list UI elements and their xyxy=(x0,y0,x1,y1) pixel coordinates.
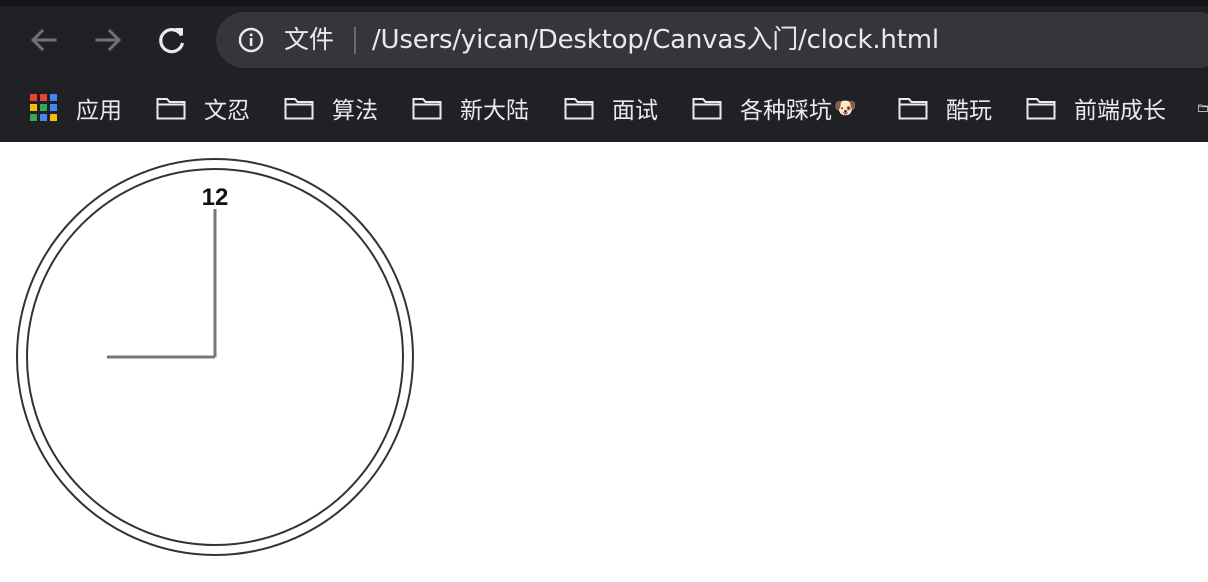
bookmark-folder[interactable]: 前端成长 xyxy=(1026,82,1166,134)
bookmark-label: 面试 xyxy=(612,98,658,124)
bookmark-folder-partial[interactable] xyxy=(1198,82,1208,134)
folder-icon xyxy=(156,98,186,120)
bookmark-apps[interactable]: 应用 xyxy=(30,82,122,134)
reload-icon xyxy=(159,28,185,54)
folder-icon xyxy=(1198,104,1208,112)
browser-chrome: 文件 /Users/yican/Desktop/Canvas入门/clock.h… xyxy=(0,0,1208,142)
arrow-left-icon xyxy=(30,28,57,52)
scheme-label: 文件 xyxy=(284,25,335,54)
folder-icon xyxy=(692,98,722,120)
folder-icon xyxy=(284,98,314,120)
bookmark-folder[interactable]: 各种踩坑 🐶 xyxy=(692,82,856,134)
clock-numeral-12: 12 xyxy=(202,184,229,211)
back-button[interactable] xyxy=(24,20,64,60)
folder-icon xyxy=(412,98,442,120)
bookmark-folder[interactable]: 面试 xyxy=(564,82,658,134)
dog-emoji: 🐶 xyxy=(834,97,857,119)
folder-icon xyxy=(1026,98,1056,120)
address-bar[interactable]: 文件 /Users/yican/Desktop/Canvas入门/clock.h… xyxy=(216,12,1208,68)
bookmark-label: 酷玩 xyxy=(946,98,992,124)
info-icon[interactable] xyxy=(238,27,264,53)
forward-button[interactable] xyxy=(88,20,128,60)
bookmark-label: 新大陆 xyxy=(460,98,529,124)
bookmark-label: 应用 xyxy=(76,98,122,124)
folder-icon xyxy=(564,98,594,120)
arrow-right-icon xyxy=(95,28,122,52)
bookmark-label: 前端成长 xyxy=(1074,98,1166,124)
bookmark-label: 文忍 xyxy=(204,98,250,124)
bookmarks-bar: 应用 文忍 算法 新大陆 面试 各种踩坑 🐶 酷玩 前端成长 xyxy=(0,82,1208,134)
url-text[interactable]: /Users/yican/Desktop/Canvas入门/clock.html xyxy=(372,23,939,57)
bookmark-folder[interactable]: 算法 xyxy=(284,82,378,134)
clock-canvas: 12 xyxy=(16,158,414,556)
folder-icon xyxy=(898,98,928,120)
reload-button[interactable] xyxy=(152,20,192,60)
apps-grid-icon xyxy=(30,94,57,121)
tab-strip xyxy=(0,0,1208,6)
bookmark-label: 各种踩坑 xyxy=(740,98,832,124)
bookmark-label: 算法 xyxy=(332,98,378,124)
omnibox-divider xyxy=(354,27,356,54)
page-content: 12 xyxy=(0,142,1208,582)
bookmark-folder[interactable]: 新大陆 xyxy=(412,82,529,134)
bookmark-folder[interactable]: 文忍 xyxy=(156,82,250,134)
bookmark-folder[interactable]: 酷玩 xyxy=(898,82,992,134)
